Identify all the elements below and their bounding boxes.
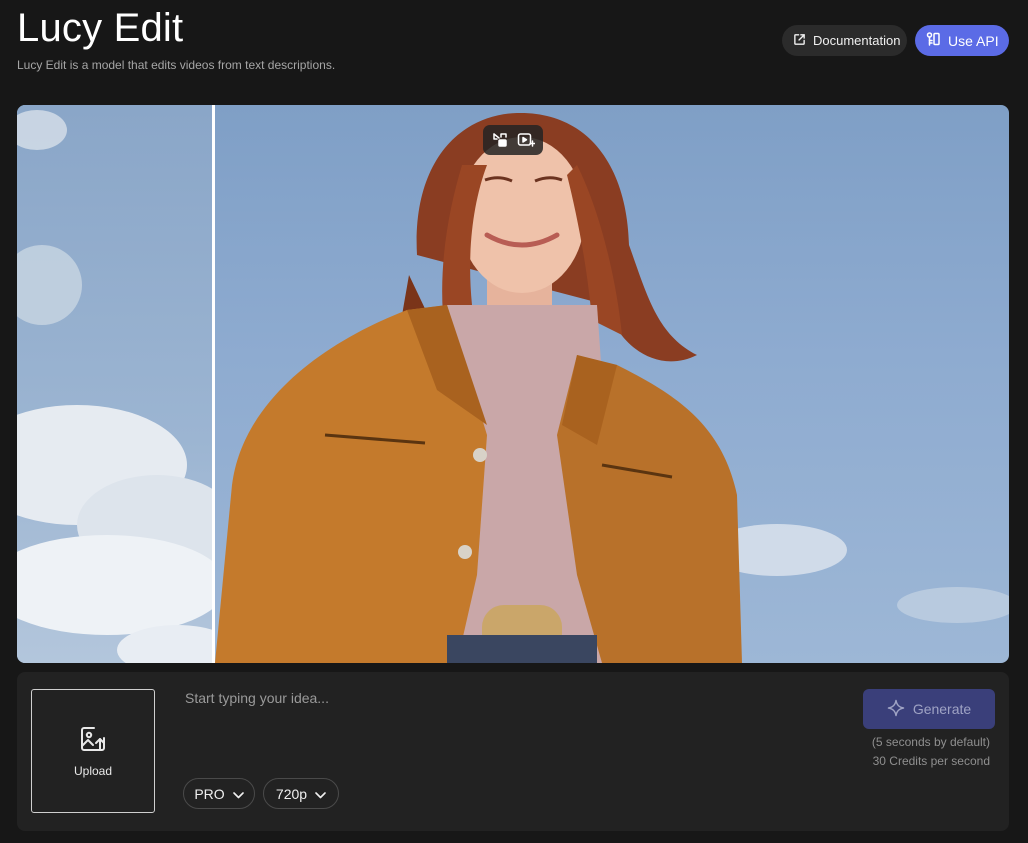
- model-select[interactable]: PRO: [183, 778, 255, 809]
- use-api-label: Use API: [948, 32, 999, 49]
- page-title: Lucy Edit: [17, 6, 184, 50]
- resolution-select[interactable]: 720p: [263, 778, 339, 809]
- upload-label: Upload: [73, 763, 113, 778]
- chevron-down-icon: [232, 786, 244, 802]
- upload-button[interactable]: Upload: [31, 689, 155, 813]
- prompt-input[interactable]: [185, 690, 845, 770]
- video-preview[interactable]: [17, 105, 1009, 663]
- documentation-button[interactable]: Documentation: [782, 25, 907, 56]
- edit-prompt-panel: Upload PRO 720p Generate (5 seconds by d…: [17, 672, 1009, 831]
- generate-label: Generate: [912, 701, 972, 717]
- image-upload-icon: [79, 725, 107, 758]
- chevron-down-icon: [315, 786, 326, 802]
- external-link-icon: [793, 33, 806, 49]
- page-subtitle: Lucy Edit is a model that edits videos f…: [17, 58, 336, 72]
- original-sky-image: [17, 110, 237, 663]
- sparkle-icon: [887, 699, 905, 720]
- lucy-edit-page: Lucy Edit Lucy Edit is a model that edit…: [0, 0, 1028, 843]
- swap-compare-icon[interactable]: [489, 129, 511, 151]
- api-key-icon: [925, 31, 941, 50]
- video-toolbar: [483, 125, 543, 155]
- duration-note: (5 seconds by default): [871, 735, 990, 749]
- original-video-pane: [17, 105, 237, 663]
- use-api-button[interactable]: Use API: [915, 25, 1009, 56]
- documentation-label: Documentation: [813, 33, 901, 48]
- model-select-value: PRO: [194, 785, 225, 802]
- compare-slider-handle[interactable]: [212, 105, 215, 663]
- resolution-select-value: 720p: [275, 785, 308, 802]
- generate-button[interactable]: Generate: [863, 689, 995, 729]
- credits-note: 30 Credits per second: [872, 754, 990, 768]
- play-sparkle-icon[interactable]: [515, 129, 537, 151]
